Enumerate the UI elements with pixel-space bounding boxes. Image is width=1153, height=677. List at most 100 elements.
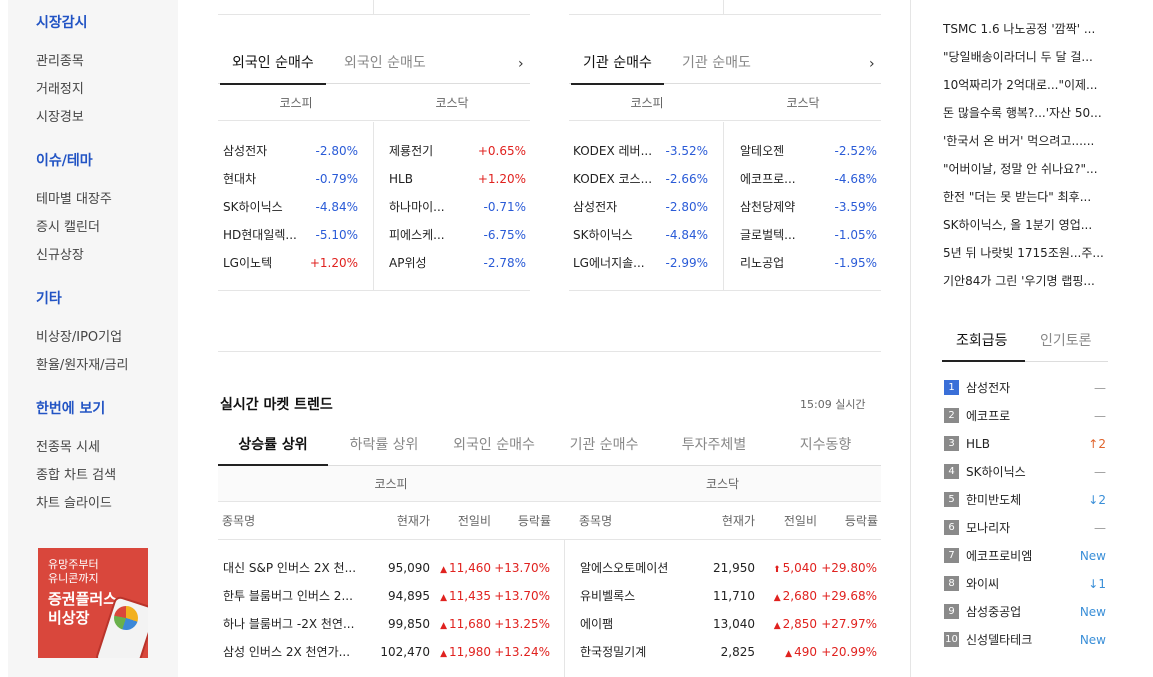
ranking-item[interactable]: 4 SK하이닉스 — xyxy=(944,462,1106,482)
nav-item-theme-leaders[interactable]: 테마별 대장주 xyxy=(36,188,112,207)
news-headline[interactable]: 10억짜리가 2억대로..."이제... xyxy=(943,76,1106,93)
list-item[interactable]: 하나마이... -0.71% xyxy=(384,193,530,221)
current-price: 99,850 xyxy=(388,617,430,631)
news-headline[interactable]: 5년 뒤 나랏빚 1715조원...주... xyxy=(943,244,1106,261)
chevron-right-icon[interactable]: › xyxy=(518,56,524,72)
col-header-change: 전일비 xyxy=(457,514,491,528)
table-row[interactable]: 에이팸 13,040 ▲ 2,850 +27.97% xyxy=(575,610,881,638)
list-item[interactable]: 리노공업 -1.95% xyxy=(735,249,881,277)
market-label-kospi: 코스피 xyxy=(630,96,664,110)
institution-tabs: 기관 순매수 기관 순매도 › xyxy=(569,48,881,85)
price-change: ▲ 2,850 xyxy=(757,610,817,640)
news-headline[interactable]: "당일배송이라더니 두 달 걸... xyxy=(943,48,1106,65)
rank-number-badge: 2 xyxy=(944,408,959,423)
list-item[interactable]: 피에스케... -6.75% xyxy=(384,221,530,249)
list-item[interactable]: HLB +1.20% xyxy=(384,165,530,193)
chevron-right-icon[interactable]: › xyxy=(869,56,875,72)
tab-views-surge[interactable]: 조회급등 xyxy=(956,326,1008,362)
list-item[interactable]: 에코프로... -4.68% xyxy=(735,165,881,193)
tab-foreign-sell[interactable]: 외국인 순매도 xyxy=(344,48,426,84)
rank-change-value: — xyxy=(1094,521,1106,535)
list-item[interactable]: 글로벌텍... -1.05% xyxy=(735,221,881,249)
nav-item-chart-slide[interactable]: 차트 슬라이드 xyxy=(36,492,112,511)
news-headline[interactable]: "어버이날, 정말 안 쉬나요?"... xyxy=(943,160,1106,177)
list-item[interactable]: AP위성 -2.78% xyxy=(384,249,530,277)
table-row[interactable]: 한투 블룸버그 인버스 2... 94,895 ▲ 11,435 +13.70% xyxy=(218,582,564,610)
stock-name: 에코프로... xyxy=(740,172,796,186)
news-headline[interactable]: 기안84가 그린 '우기명 랩핑... xyxy=(943,272,1106,289)
news-headline[interactable]: 한전 "더는 못 받는다" 최후... xyxy=(943,188,1106,205)
stock-name: 알에스오토메이션 xyxy=(580,561,669,575)
news-headline[interactable]: '한국서 온 버거' 먹으려고...... xyxy=(943,132,1106,149)
foreign-tabs: 외국인 순매수 외국인 순매도 › xyxy=(218,48,530,85)
tab-popular-discussion[interactable]: 인기토론 xyxy=(1040,326,1092,362)
col-header-name: 종목명 xyxy=(579,514,613,528)
nav-item-trading-halt[interactable]: 거래정지 xyxy=(36,78,84,97)
list-item[interactable]: KODEX 코스... -2.66% xyxy=(568,165,723,193)
change-percent: -3.52% xyxy=(665,144,708,158)
news-headline[interactable]: 돈 많을수록 행복?...'자산 50... xyxy=(943,104,1106,121)
table-row[interactable]: 유비벨록스 11,710 ▲ 2,680 +29.68% xyxy=(575,582,881,610)
right-column-divider xyxy=(910,0,911,677)
table-row[interactable]: 하나 블룸버그 -2X 천연... 99,850 ▲ 11,680 +13.25% xyxy=(218,610,564,638)
tab-institution-buy[interactable]: 기관 순매수 xyxy=(571,48,664,85)
tab-top-gainers[interactable]: 상승률 상위 xyxy=(218,428,328,466)
tab-foreign-net-buy[interactable]: 외국인 순매수 xyxy=(440,428,548,466)
list-item[interactable]: 제룡전기 +0.65% xyxy=(384,137,530,165)
nav-section-title: 기타 xyxy=(36,291,62,307)
nav-item-managed-stocks[interactable]: 관리종목 xyxy=(36,50,84,69)
price-change: ⬆ 5,040 xyxy=(757,554,817,584)
rank-change: ↑2 xyxy=(1088,434,1106,454)
nav-item-chart-search[interactable]: 종합 차트 검색 xyxy=(36,464,116,483)
news-headline[interactable]: TSMC 1.6 나노공정 '깜짝' ... xyxy=(943,20,1106,37)
current-price: 13,040 xyxy=(713,617,755,631)
tab-index-trend[interactable]: 지수동향 xyxy=(770,428,881,466)
ranking-item[interactable]: 8 와이씨 ↓1 xyxy=(944,574,1106,594)
nav-item-unlisted-ipo[interactable]: 비상장/IPO기업 xyxy=(36,326,122,345)
list-item[interactable]: 삼성전자 -2.80% xyxy=(218,137,373,165)
rank-change-value: — xyxy=(1094,409,1106,423)
ranking-item[interactable]: 5 한미반도체 ↓2 xyxy=(944,490,1106,510)
tab-foreign-buy[interactable]: 외국인 순매수 xyxy=(220,48,326,85)
tab-institution-sell[interactable]: 기관 순매도 xyxy=(682,48,751,84)
table-row[interactable]: 한국정밀기계 2,825 ▲ 490 +20.99% xyxy=(575,638,881,666)
table-row[interactable]: 알에스오토메이션 21,950 ⬆ 5,040 +29.80% xyxy=(575,554,881,582)
stock-name: 삼성전자 xyxy=(573,200,618,214)
list-item[interactable]: HD현대일렉... -5.10% xyxy=(218,221,373,249)
nav-item-new-listing[interactable]: 신규상장 xyxy=(36,244,84,263)
tab-top-losers[interactable]: 하락률 상위 xyxy=(330,428,438,466)
rank-number-badge: 7 xyxy=(944,548,959,563)
ranking-item[interactable]: 6 모나리자 — xyxy=(944,518,1106,538)
tab-by-investor[interactable]: 투자주체별 xyxy=(660,428,768,466)
ranking-item[interactable]: 2 에코프로 — xyxy=(944,406,1106,426)
nav-item-all-quotes[interactable]: 전종목 시세 xyxy=(36,436,100,455)
list-item[interactable]: SK하이닉스 -4.84% xyxy=(218,193,373,221)
list-item[interactable]: 알테오젠 -2.52% xyxy=(735,137,881,165)
list-item[interactable]: 삼천당제약 -3.59% xyxy=(735,193,881,221)
list-item[interactable]: KODEX 레버... -3.52% xyxy=(568,137,723,165)
nav-item-market-calendar[interactable]: 증시 캘린더 xyxy=(36,216,100,235)
tab-institution-net-buy[interactable]: 기관 순매수 xyxy=(550,428,658,466)
ranking-item[interactable]: 7 에코프로비엠 New xyxy=(944,546,1106,566)
ranking-item[interactable]: 10 신성델타테크 New xyxy=(944,630,1106,650)
list-item[interactable]: LG에너지솔... -2.99% xyxy=(568,249,723,277)
list-item[interactable]: LG이노텍 +1.20% xyxy=(218,249,373,277)
ranking-stock-name: 삼성중공업 xyxy=(966,605,1022,619)
news-headline[interactable]: SK하이닉스, 올 1분기 영업... xyxy=(943,216,1106,233)
table-row[interactable]: 삼성 인버스 2X 천연가... 102,470 ▲ 11,980 +13.24% xyxy=(218,638,564,666)
list-item[interactable]: 삼성전자 -2.80% xyxy=(568,193,723,221)
stock-name: SK하이닉스 xyxy=(223,200,283,214)
ranking-item[interactable]: 3 HLB ↑2 xyxy=(944,434,1106,454)
list-item[interactable]: SK하이닉스 -4.84% xyxy=(568,221,723,249)
rank-change: New xyxy=(1080,546,1106,566)
promo-banner[interactable]: 유망주부터 유니콘까지 증권플러스 비상장 xyxy=(38,548,148,658)
ranking-item[interactable]: 9 삼성중공업 New xyxy=(944,602,1106,622)
change-value: 11,460 xyxy=(449,561,491,575)
table-row[interactable]: 대신 S&P 인버스 2X 천... 95,090 ▲ 11,460 +13.70% xyxy=(218,554,564,582)
nav-item-fx-commodities[interactable]: 환율/원자재/금리 xyxy=(36,354,128,373)
stock-name: KODEX 레버... xyxy=(573,144,653,158)
ranking-stock-name: 모나리자 xyxy=(966,521,1011,535)
nav-item-market-alert[interactable]: 시장경보 xyxy=(36,106,84,125)
ranking-item[interactable]: 1 삼성전자 — xyxy=(944,378,1106,398)
list-item[interactable]: 현대차 -0.79% xyxy=(218,165,373,193)
